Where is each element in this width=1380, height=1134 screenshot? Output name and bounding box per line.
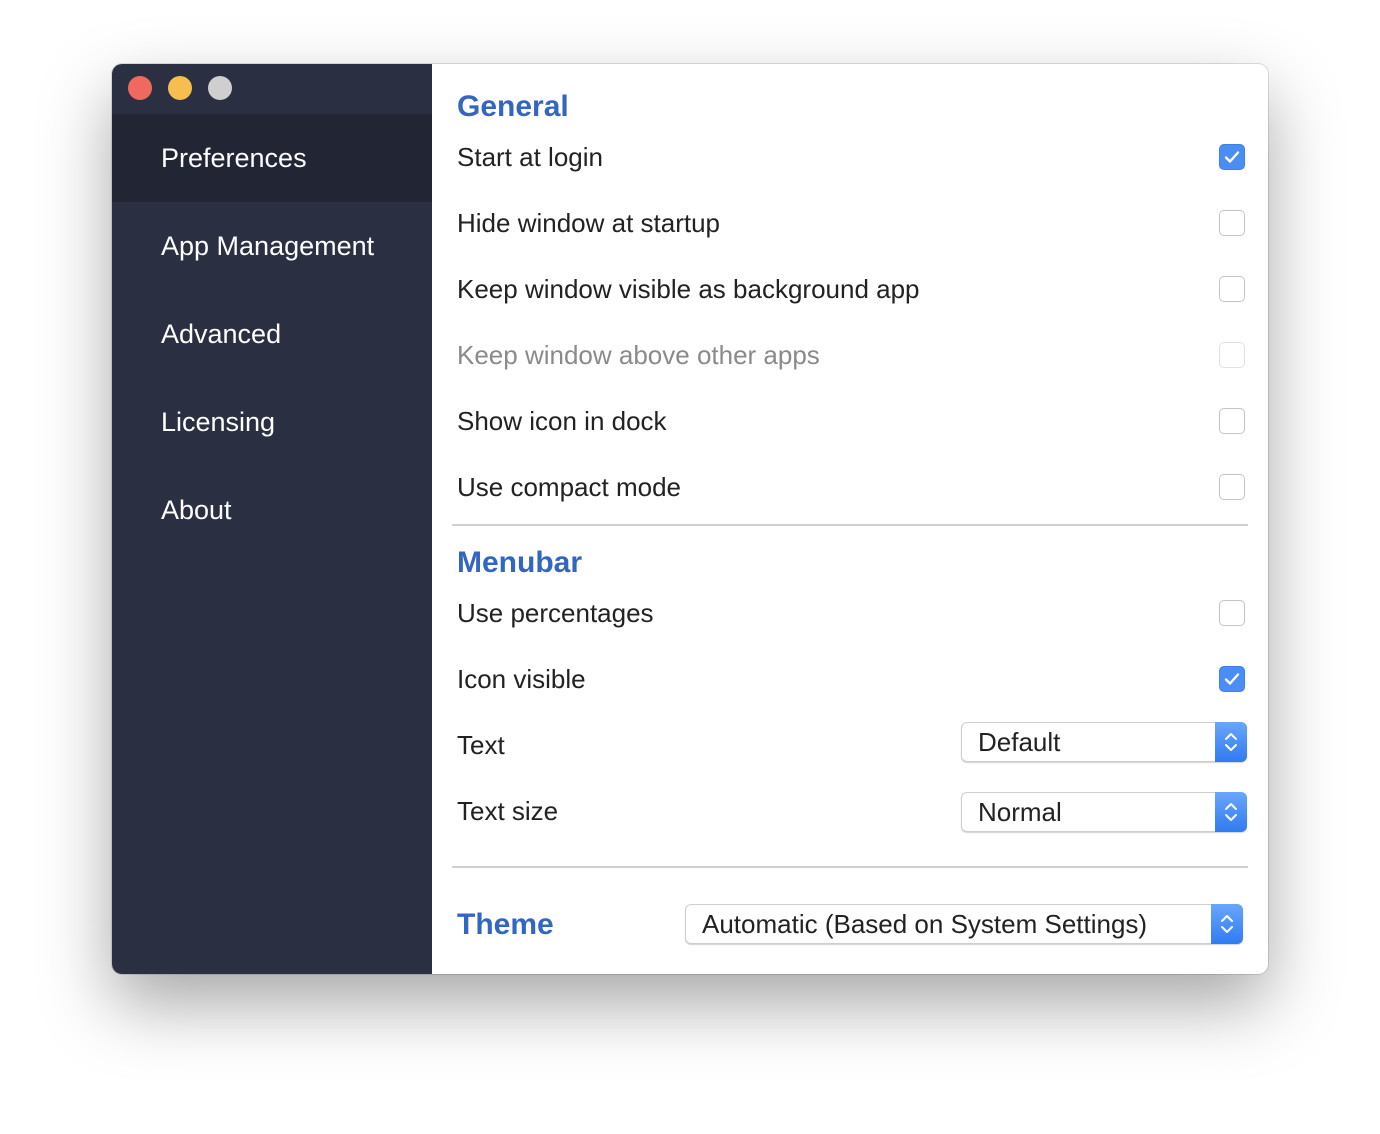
select-value: Default	[978, 726, 1061, 757]
sidebar-nav: Preferences App Management Advanced Lice…	[112, 114, 432, 554]
section-divider	[452, 524, 1248, 526]
show-dock-icon-checkbox[interactable]	[1219, 408, 1245, 434]
option-compact-mode[interactable]: Use compact mode	[457, 467, 1245, 507]
select-value: Normal	[978, 796, 1062, 827]
keep-visible-checkbox[interactable]	[1219, 276, 1245, 302]
sidebar-item-label: Preferences	[161, 142, 307, 173]
option-label: Use compact mode	[457, 471, 681, 502]
sidebar-item-label: Advanced	[161, 318, 282, 349]
sidebar-item-about[interactable]: About	[112, 466, 432, 554]
option-hide-window-at-startup[interactable]: Hide window at startup	[457, 203, 1245, 243]
checkmark-icon	[1224, 151, 1240, 163]
sidebar: Preferences App Management Advanced Lice…	[112, 64, 432, 974]
option-keep-visible-background[interactable]: Keep window visible as background app	[457, 269, 1245, 309]
start-at-login-checkbox[interactable]	[1219, 144, 1245, 170]
zoom-button[interactable]	[208, 76, 232, 100]
keep-above-checkbox	[1219, 342, 1245, 368]
option-label: Icon visible	[457, 663, 586, 694]
select-value: Automatic (Based on System Settings)	[702, 908, 1148, 939]
section-title-general: General	[457, 90, 569, 123]
minimize-button[interactable]	[168, 76, 192, 100]
stepper-icon	[1211, 903, 1243, 944]
compact-mode-checkbox[interactable]	[1219, 474, 1245, 500]
sidebar-item-advanced[interactable]: Advanced	[112, 290, 432, 378]
sidebar-item-label: App Management	[161, 230, 375, 261]
option-label: Keep window visible as background app	[457, 273, 920, 304]
sidebar-item-app-management[interactable]: App Management	[112, 202, 432, 290]
sidebar-item-preferences[interactable]: Preferences	[112, 114, 432, 202]
icon-visible-checkbox[interactable]	[1219, 666, 1245, 692]
option-label: Hide window at startup	[457, 207, 721, 238]
option-label: Use percentages	[457, 597, 654, 628]
section-title-menubar: Menubar	[457, 546, 583, 579]
close-button[interactable]	[128, 76, 152, 100]
checkmark-icon	[1224, 673, 1240, 685]
option-keep-above-other-apps: Keep window above other apps	[457, 335, 1245, 375]
sidebar-item-label: About	[161, 494, 232, 525]
option-label: Show icon in dock	[457, 405, 667, 436]
option-label: Keep window above other apps	[457, 339, 820, 370]
text-size-select[interactable]: Normal	[961, 791, 1247, 832]
use-percentages-checkbox[interactable]	[1219, 600, 1245, 626]
section-divider	[452, 866, 1248, 868]
section-title-theme: Theme	[457, 908, 554, 941]
option-label: Text size	[457, 795, 559, 826]
hide-window-checkbox[interactable]	[1219, 210, 1245, 236]
preferences-window: Preferences App Management Advanced Lice…	[112, 64, 1268, 974]
option-label: Start at login	[457, 141, 603, 172]
text-select[interactable]: Default	[961, 721, 1247, 762]
theme-select[interactable]: Automatic (Based on System Settings)	[685, 903, 1243, 944]
window-controls	[128, 76, 232, 100]
option-use-percentages[interactable]: Use percentages	[457, 593, 1245, 633]
sidebar-item-licensing[interactable]: Licensing	[112, 378, 432, 466]
stepper-icon	[1215, 721, 1247, 762]
option-text-size: Text size	[457, 791, 937, 831]
option-text: Text	[457, 725, 937, 765]
option-show-icon-in-dock[interactable]: Show icon in dock	[457, 401, 1245, 441]
option-icon-visible[interactable]: Icon visible	[457, 659, 1245, 699]
sidebar-item-label: Licensing	[161, 406, 276, 437]
option-label: Text	[457, 729, 505, 760]
stepper-icon	[1215, 791, 1247, 832]
option-start-at-login[interactable]: Start at login	[457, 137, 1245, 177]
